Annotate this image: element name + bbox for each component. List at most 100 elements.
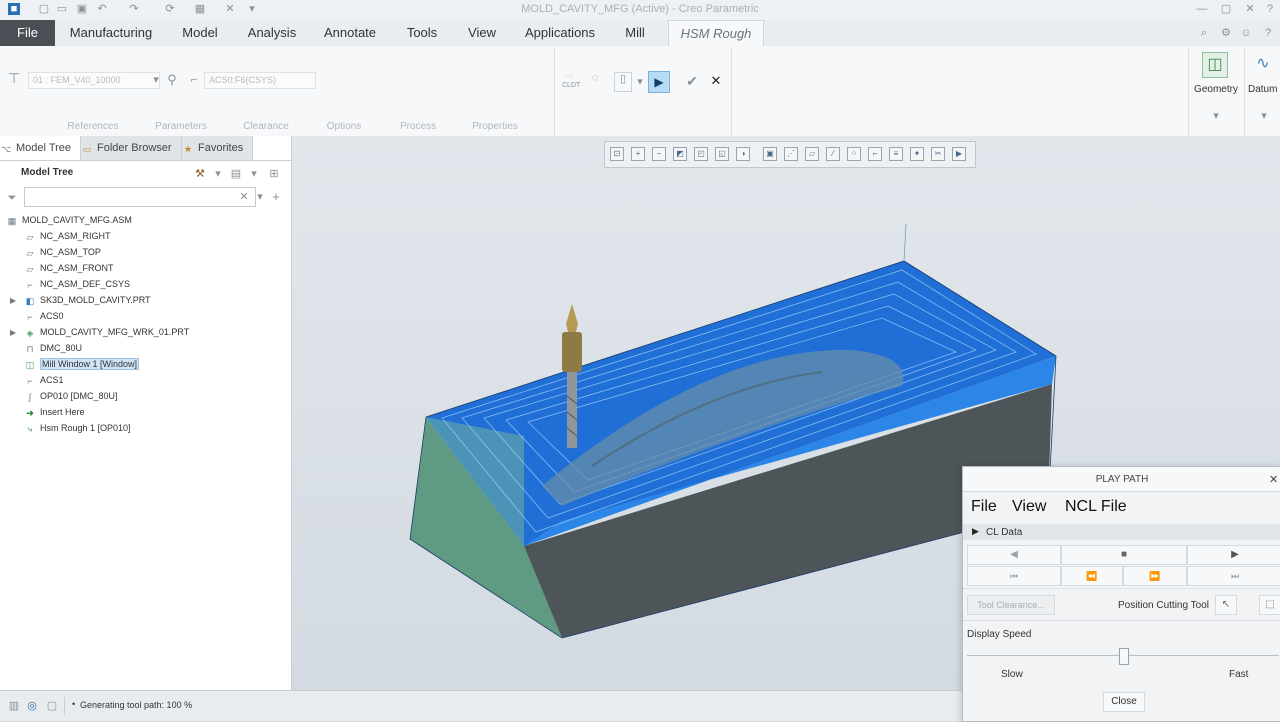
tree-item-assembly[interactable]: ▦ MOLD_CAVITY_MFG.ASM [6,212,132,228]
annotation-display-icon[interactable]: ≡ [889,147,903,161]
tree-item-nc-asm-def-csys[interactable]: ⌐ NC_ASM_DEF_CSYS [24,276,130,292]
help-circle-icon[interactable]: ? [1262,27,1274,39]
datum-icon[interactable]: ∿ [1252,52,1274,76]
tool-icon[interactable]: ⚲ [166,73,178,86]
tree-filter-input[interactable] [24,187,256,207]
display-style-icon[interactable]: ◑ [736,147,750,161]
geometry-group-label[interactable]: Geometry [1190,84,1242,95]
fullscreen-icon[interactable]: ▢ [46,700,58,712]
tree-settings-dropdown-icon[interactable]: ▾ [212,168,224,180]
filter-dropdown-icon[interactable]: ▾ [254,191,266,203]
preview-dropdown-icon[interactable]: ▾ [634,76,646,88]
tree-item-dmc-80u[interactable]: ⊓ DMC_80U [24,340,82,356]
rewind-start-button[interactable]: ⏮ [967,566,1061,586]
tab-view[interactable]: View [456,20,508,46]
menu-ncl-file[interactable]: NCL File [1065,498,1127,516]
tab-applications[interactable]: Applications [512,20,608,46]
point-display-icon[interactable]: ⁘ [847,147,861,161]
tree-settings-icon[interactable]: ⚒ [194,168,206,180]
dialog-close-icon[interactable]: ✕ [1269,473,1278,486]
tool-clearance-button[interactable]: Tool Clearance... [967,595,1055,615]
machine-select[interactable]: 01 : FEM_V40_10000 [28,72,160,89]
csys-display-icon[interactable]: ⌐ [868,147,882,161]
tree-item-acs0[interactable]: ⌐ ACS0 [24,308,63,324]
tree-item-op010[interactable]: ∫ OP010 [DMC_80U] [24,388,118,404]
menu-view[interactable]: View [1012,498,1046,516]
repaint-icon[interactable]: ◩ [673,147,687,161]
cldt-icon[interactable]: ◌◌ CLDT [562,72,580,90]
nav-toggle-icon[interactable]: ▥ [8,700,20,712]
close-app-icon[interactable]: ✕ [1244,3,1256,15]
play-forward-button[interactable]: ▶ [1187,545,1280,565]
tab-model-tree[interactable]: ⌥ Model Tree [0,136,81,160]
add-icon[interactable]: + [270,190,282,203]
datum-display-icon[interactable]: ⋰ [784,147,798,161]
zoom-in-icon[interactable]: + [631,147,645,161]
panel-tab-references[interactable]: References [40,121,146,132]
play-backward-button[interactable]: ◀ [967,545,1061,565]
browser-toggle-icon[interactable]: ◎ [26,700,38,712]
tab-folder-browser[interactable]: ▭ Folder Browser [81,136,182,160]
tree-item-acs1[interactable]: ⌐ ACS1 [24,372,63,388]
zoom-out-icon[interactable]: − [652,147,666,161]
verify-icon[interactable]: ◌ [588,72,602,90]
tree-item-nc-asm-front[interactable]: ▱ NC_ASM_FRONT [24,260,114,276]
search-icon[interactable]: ⌕ [1198,27,1210,39]
clear-filter-icon[interactable]: ✕ [238,191,250,203]
tab-tools[interactable]: Tools [392,20,452,46]
tab-analysis[interactable]: Analysis [236,20,308,46]
close-button[interactable]: Close [1103,692,1145,712]
maximize-icon[interactable]: ▢ [1220,3,1232,15]
tab-annotate[interactable]: Annotate [312,20,388,46]
stop-button[interactable]: ■ [1061,545,1187,565]
forward-end-button[interactable]: ⏭ [1187,566,1280,586]
fixture-display-icon[interactable]: ▶ [952,147,966,161]
saved-views-icon[interactable]: ◱ [715,147,729,161]
tree-item-hsm-rough[interactable]: ⤷ Hsm Rough 1 [OP010] [24,420,130,436]
plane-display-icon[interactable]: ▱ [805,147,819,161]
tab-manufacturing[interactable]: Manufacturing [57,20,165,46]
minimize-icon[interactable]: — [1196,3,1208,15]
tree-item-nc-asm-right[interactable]: ▱ NC_ASM_RIGHT [24,228,111,244]
help-icon[interactable]: ? [1264,3,1276,15]
cutter-display-icon[interactable]: ✂ [931,147,945,161]
tree-item-workpiece[interactable]: ◈ MOLD_CAVITY_MFG_WRK_01.PRT [24,324,190,340]
tree-item-nc-asm-top[interactable]: ▱ NC_ASM_TOP [24,244,101,260]
view-orient-icon[interactable]: ◰ [694,147,708,161]
cancel-x-icon[interactable]: ✕ [710,74,722,87]
panel-tab-parameters[interactable]: Parameters [142,121,220,132]
tab-file[interactable]: File [0,20,55,46]
play-button[interactable]: ▶ [648,71,670,93]
panel-tab-options[interactable]: Options [308,121,380,132]
step-back-button[interactable]: ⏪ [1061,566,1123,586]
tab-hsm-rough[interactable]: HSM Rough [668,20,764,47]
panel-tab-process[interactable]: Process [386,121,450,132]
account-icon[interactable]: ☺ [1240,27,1252,39]
settings-icon[interactable]: ⚙ [1220,27,1232,39]
machine-dropdown-icon[interactable]: ▾ [150,74,162,86]
panel-tab-properties[interactable]: Properties [456,121,534,132]
expand-arrow-icon[interactable]: ▶ [10,296,16,305]
tree-columns-icon[interactable]: ⊞ [268,168,280,180]
axis-display-icon[interactable]: ⁄ [826,147,840,161]
datum-dropdown-icon[interactable]: ▾ [1258,110,1270,122]
show-icon[interactable]: ▤ [230,168,242,180]
panel-tab-clearance[interactable]: Clearance [228,121,304,132]
tab-favorites[interactable]: ★ Favorites [182,136,253,160]
step-forward-button[interactable]: ⏩ [1123,566,1187,586]
tree-item-insert-here[interactable]: ➜ Insert Here [24,404,84,420]
position-tool-cursor-icon[interactable]: ↖ [1215,595,1237,615]
geometry-icon[interactable]: ◫ [1202,52,1228,78]
speed-slider-thumb[interactable] [1119,648,1129,665]
geometry-dropdown-icon[interactable]: ▾ [1210,110,1222,122]
refit-icon[interactable]: ⊡ [610,147,624,161]
menu-file[interactable]: File [971,498,997,516]
select-icon[interactable]: ⬚ [1259,595,1280,615]
expand-triangle-icon[interactable]: ▶ [972,526,979,537]
pause-icon[interactable]: ▯ [614,72,632,92]
datum-group-label[interactable]: Datum [1248,84,1280,95]
expand-arrow-icon[interactable]: ▶ [10,328,16,337]
tab-model[interactable]: Model [168,20,232,46]
show-dropdown-icon[interactable]: ▾ [248,168,260,180]
tree-item-mill-window[interactable]: ◫ Mill Window 1 [Window] [24,356,140,372]
